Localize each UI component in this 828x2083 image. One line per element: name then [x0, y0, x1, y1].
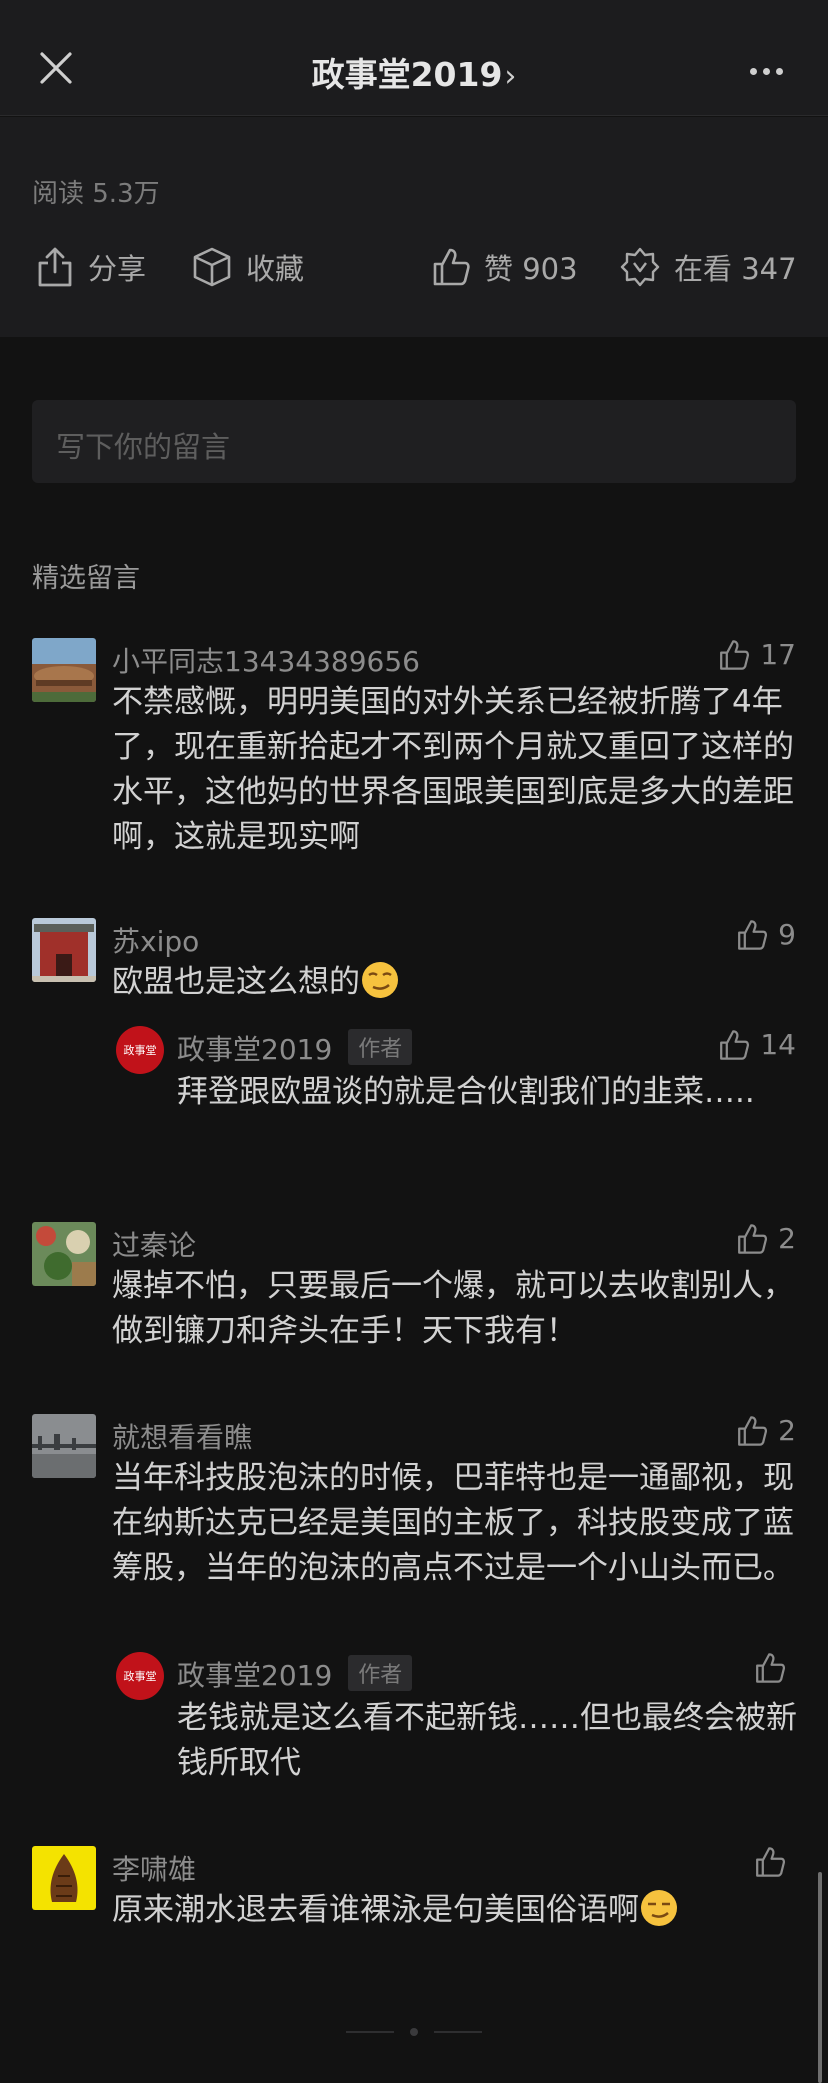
comment-like-count: 2 — [778, 1222, 796, 1255]
comment-like-button[interactable]: 17 — [718, 638, 796, 671]
reply-like-button[interactable]: 14 — [718, 1028, 796, 1061]
reply-author[interactable]: 政事堂2019 作者 — [177, 1028, 413, 1068]
comment-text: 欧盟也是这么想的 — [112, 964, 360, 1000]
share-label: 分享 — [88, 252, 147, 286]
avatar[interactable] — [32, 638, 96, 702]
comment-text: 不禁感慨，明明美国的对外关系已经被折腾了4年了，现在重新拾起才不到两个月就又重回… — [112, 684, 794, 855]
thumbs-up-icon — [738, 1415, 768, 1446]
comment-like-button[interactable]: 2 — [736, 1222, 796, 1255]
author-badge: 作者 — [348, 1029, 413, 1065]
featured-comments-heading: 精选留言 — [32, 563, 140, 594]
reply-like-count: 14 — [760, 1028, 796, 1061]
comment-author[interactable]: 过秦论 — [112, 1224, 196, 1264]
avatar[interactable] — [32, 1846, 96, 1910]
comment-author[interactable]: 李啸雄 — [112, 1848, 196, 1888]
thumbs-up-icon — [756, 1847, 786, 1877]
smirk-emoji-icon — [639, 1888, 679, 1928]
top-bar: 政事堂2019› — [0, 0, 828, 116]
reply-like-button[interactable] — [754, 1652, 796, 1684]
comment-like-count: 2 — [778, 1414, 796, 1447]
comment-like-count: 9 — [778, 918, 796, 951]
comment-like-button[interactable]: 9 — [736, 918, 796, 951]
like-article-button[interactable]: 赞 903 — [432, 245, 578, 289]
reply-author[interactable]: 政事堂2019 作者 — [177, 1654, 413, 1694]
chevron-right-icon: › — [504, 59, 517, 94]
comment-like-count: 17 — [760, 638, 796, 671]
author-badge: 作者 — [348, 1655, 413, 1691]
loading-indicator — [346, 2021, 482, 2036]
avatar[interactable] — [32, 1222, 96, 1286]
comment-like-button[interactable]: 2 — [736, 1414, 796, 1447]
comment-input[interactable]: 写下你的留言 — [32, 400, 796, 483]
reply-text: 拜登跟欧盟谈的就是合伙割我们的韭菜….. — [177, 1074, 755, 1110]
like-count-label: 赞 903 — [484, 252, 578, 286]
share-icon — [38, 247, 72, 287]
comment-author[interactable]: 苏xipo — [112, 920, 199, 960]
share-button[interactable]: 分享 — [36, 245, 146, 289]
author-avatar[interactable]: 政事堂 — [116, 1026, 164, 1074]
reply-author-name: 政事堂2019 — [177, 1659, 333, 1692]
thumbs-up-icon — [738, 919, 768, 950]
avatar[interactable] — [32, 1414, 96, 1478]
thumbs-up-icon — [756, 1653, 786, 1683]
thumbs-up-icon — [720, 1029, 750, 1060]
comment-text-wrap: 欧盟也是这么想的 — [112, 960, 802, 1005]
thumbs-up-icon — [720, 639, 750, 670]
article-stats-panel: 阅读 5.3万 分享 收藏 赞 903 在看 347 — [0, 117, 828, 337]
avatar[interactable] — [32, 918, 96, 982]
account-title: 政事堂2019 — [311, 55, 503, 94]
comment-placeholder: 写下你的留言 — [56, 430, 231, 464]
comment-text-wrap: 原来潮水退去看谁裸泳是句美国俗语啊 — [112, 1888, 802, 1933]
smirk-emoji-icon — [360, 960, 400, 1000]
author-avatar[interactable]: 政事堂 — [116, 1652, 164, 1700]
comment-text: 当年科技股泡沫的时候，巴菲特也是一通鄙视，现在纳斯达克已经是美国的主板了，科技股… — [112, 1460, 794, 1586]
account-title-link[interactable]: 政事堂2019› — [0, 48, 828, 96]
comment-author[interactable]: 就想看看瞧 — [112, 1416, 252, 1456]
favorite-label: 收藏 — [246, 252, 305, 286]
more-options-icon[interactable] — [750, 60, 790, 75]
comment-text: 原来潮水退去看谁裸泳是句美国俗语啊 — [112, 1892, 639, 1928]
reply-author-name: 政事堂2019 — [177, 1033, 333, 1066]
read-count: 阅读 5.3万 — [32, 179, 160, 209]
watching-button[interactable]: 在看 347 — [620, 245, 797, 289]
comment-text: 爆掉不怕，只要最后一个爆，就可以去收割别人，做到镰刀和斧头在手！天下我有！ — [112, 1268, 794, 1349]
scrollbar[interactable] — [818, 1872, 822, 2083]
cube-icon — [193, 247, 231, 287]
thumbs-up-icon — [738, 1223, 768, 1254]
favorite-button[interactable]: 收藏 — [192, 245, 304, 289]
watching-star-icon — [620, 247, 660, 287]
reply-text: 老钱就是这么看不起新钱……但也最终会被新钱所取代 — [177, 1700, 797, 1781]
comment-author[interactable]: 小平同志13434389656 — [112, 640, 420, 680]
watching-count-label: 在看 347 — [674, 252, 797, 286]
thumbs-up-icon — [433, 248, 470, 286]
comment-like-button[interactable] — [754, 1846, 796, 1878]
